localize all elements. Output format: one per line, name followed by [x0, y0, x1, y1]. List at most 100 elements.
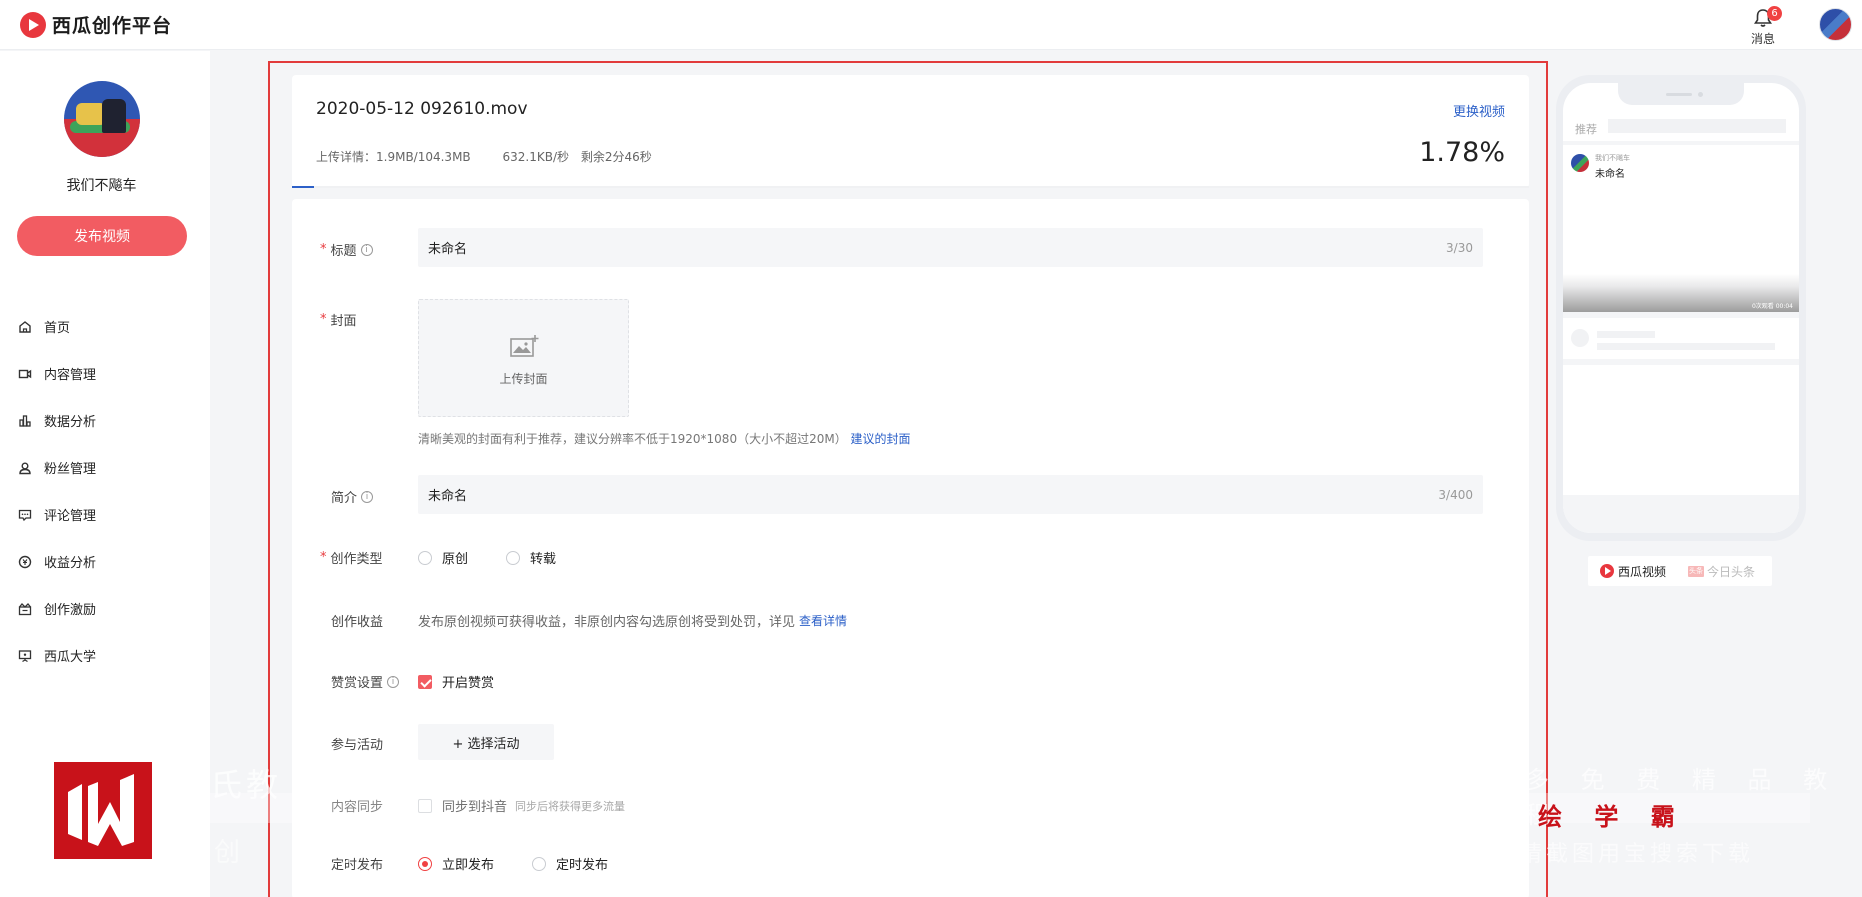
info-icon[interactable]: i — [387, 675, 400, 688]
upload-progress-fill — [292, 186, 315, 188]
xigua-logo-icon — [1600, 564, 1614, 578]
title-label: * 标题 i — [320, 240, 373, 259]
video-camera-icon — [18, 369, 32, 378]
sidebar-item-income[interactable]: 收益分析 — [0, 538, 210, 585]
cover-label: * 封面 — [320, 312, 357, 329]
video-file-name: 2020-05-12 092610.mov — [316, 99, 528, 119]
mobile-preview: 推荐 我们不飚车 未命名 0次观看 00:04 — [1556, 75, 1806, 541]
preview-author: 我们不飚车 — [1595, 154, 1630, 162]
home-icon — [19, 320, 31, 333]
income-description: 发布原创视频可获得收益，非原创内容勾选原创将受到处罚，详见 查看详情 — [418, 612, 848, 630]
radio-original[interactable]: 原创 — [418, 548, 468, 567]
user-icon — [19, 462, 31, 474]
enable-reward-checkbox[interactable] — [418, 674, 432, 689]
sidebar-item-analytics[interactable]: 数据分析 — [0, 397, 210, 444]
creation-type-group: 原创 转载 — [418, 548, 594, 567]
preview-video-thumbnail: 0次观看 00:04 — [1563, 185, 1799, 312]
suggested-cover-link[interactable]: 建议的封面 — [851, 432, 911, 446]
user-avatar[interactable] — [1819, 8, 1852, 41]
presentation-icon — [18, 649, 32, 662]
sidebar-item-label: 收益分析 — [44, 556, 97, 571]
comment-icon — [18, 509, 32, 521]
watermark-text: 创 可 — [214, 838, 395, 868]
sidebar-item-label: 评论管理 — [44, 509, 97, 524]
sidebar-item-comments[interactable]: 评论管理 — [0, 491, 210, 538]
upload-details: 上传详情：1.9MB/104.3MB 632.1KB/秒 剩余2分46秒 — [316, 148, 680, 165]
publish-video-button[interactable]: 发布视频 — [17, 216, 187, 256]
message-count-badge: 6 — [1767, 6, 1782, 21]
upload-speed: 632.1KB/秒 — [502, 150, 569, 164]
preview-author-avatar — [1571, 154, 1589, 172]
coin-icon — [18, 555, 32, 568]
select-activity-button[interactable]: + 选择活动 — [418, 724, 554, 760]
preview-screen: 推荐 我们不飚车 未命名 0次观看 00:04 — [1563, 83, 1799, 533]
sidebar-item-fans[interactable]: 粉丝管理 — [0, 444, 210, 491]
watermark-text: 请截图用宝搜索下载 — [1520, 842, 1755, 867]
sidebar-item-label: 内容管理 — [44, 368, 97, 383]
cover-hint: 清晰美观的封面有利于推荐，建议分辨率不低于1920*1080（大小不超过20M）… — [418, 432, 911, 446]
sidebar-item-label: 数据分析 — [44, 415, 97, 430]
title-char-count: 3/30 — [1446, 240, 1473, 255]
radio-publish-now[interactable]: 立即发布 — [418, 854, 494, 873]
intro-input[interactable]: 未命名 3/400 — [418, 475, 1483, 514]
sidebar-item-label: 创作激励 — [44, 603, 97, 618]
preview-search-bar — [1608, 119, 1786, 133]
radio-scheduled-publish[interactable]: 定时发布 — [532, 854, 608, 873]
reward-setting: 开启赞赏 — [418, 672, 494, 691]
upload-percent: 1.78% — [1419, 137, 1505, 168]
platform-toutiao-tab[interactable]: 头条 今日头条 — [1688, 563, 1755, 580]
platform-xigua-tab[interactable]: 西瓜视频 — [1600, 563, 1666, 580]
creation-type-label: * 创作类型 — [320, 550, 383, 567]
sidebar-item-incentive[interactable]: 创作激励 — [0, 585, 210, 632]
toutiao-logo-icon: 头条 — [1688, 565, 1705, 577]
sidebar-item-label: 首页 — [44, 321, 71, 336]
upload-status-card: 2020-05-12 092610.mov 更换视频 上传详情：1.9MB/10… — [292, 75, 1529, 188]
info-icon[interactable]: i — [361, 490, 374, 503]
watermark-brand: 绘 学 霸 — [1538, 803, 1687, 831]
title-value: 未命名 — [428, 242, 468, 257]
profile-avatar[interactable] — [64, 81, 140, 157]
upload-size: 上传详情：1.9MB/104.3MB — [316, 150, 471, 164]
top-bar: 西瓜创作平台 6 消息 — [0, 0, 1862, 50]
intro-label: 简介 i — [320, 487, 374, 506]
messages-label: 消息 — [1750, 32, 1775, 46]
intro-char-count: 3/400 — [1438, 487, 1473, 502]
activity-label: 参与活动 — [331, 738, 384, 753]
sidebar-item-content[interactable]: 内容管理 — [0, 350, 210, 397]
sidebar-item-label: 粉丝管理 — [44, 462, 97, 477]
sidebar-nav: 首页 内容管理 数据分析 粉丝管理 评论管理 收益分析 创作激励 西瓜大学 — [0, 303, 210, 679]
messages-button[interactable]: 6 消息 — [1745, 6, 1782, 46]
bar-chart-icon — [19, 414, 31, 427]
change-video-link[interactable]: 更换视频 — [1453, 101, 1505, 120]
enable-reward-label: 开启赞赏 — [442, 676, 495, 691]
profile-username: 我们不飚车 — [66, 178, 137, 194]
preview-platform-switcher: 西瓜视频 头条 今日头条 — [1588, 556, 1772, 586]
title-input[interactable]: 未命名 3/30 — [418, 228, 1483, 267]
info-icon[interactable]: i — [360, 243, 373, 256]
sidebar-item-university[interactable]: 西瓜大学 — [0, 632, 210, 679]
upload-remaining: 剩余2分46秒 — [580, 150, 652, 164]
image-add-icon — [510, 335, 539, 357]
upload-cover-button[interactable]: 上传封面 — [418, 299, 629, 417]
radio-repost[interactable]: 转载 — [506, 548, 556, 567]
preview-recommend-tab: 推荐 — [1575, 123, 1597, 136]
preview-title: 未命名 — [1595, 169, 1625, 180]
gift-icon — [18, 602, 32, 615]
sidebar-item-home[interactable]: 首页 — [0, 303, 210, 350]
watermark-text: 氏教 — [210, 766, 283, 804]
schedule-group: 立即发布 定时发布 — [418, 854, 646, 873]
app-logo[interactable]: 西瓜创作平台 — [20, 11, 172, 38]
phone-notch — [1618, 83, 1744, 105]
view-details-link[interactable]: 查看详情 — [799, 612, 847, 629]
reward-label: 赞赏设置 i — [320, 672, 400, 691]
activity-row: + 选择活动 — [418, 724, 554, 760]
logo-text: 西瓜创作平台 — [52, 15, 173, 37]
upload-progress-track — [292, 186, 1529, 188]
upload-cover-label: 上传封面 — [499, 372, 548, 386]
xigua-logo-icon — [20, 11, 46, 38]
sidebar-item-label: 西瓜大学 — [44, 650, 97, 665]
income-label: 创作收益 — [331, 615, 384, 630]
watermark-logo — [54, 762, 152, 859]
preview-video-meta: 0次观看 00:04 — [1751, 303, 1793, 310]
intro-value: 未命名 — [428, 489, 468, 504]
